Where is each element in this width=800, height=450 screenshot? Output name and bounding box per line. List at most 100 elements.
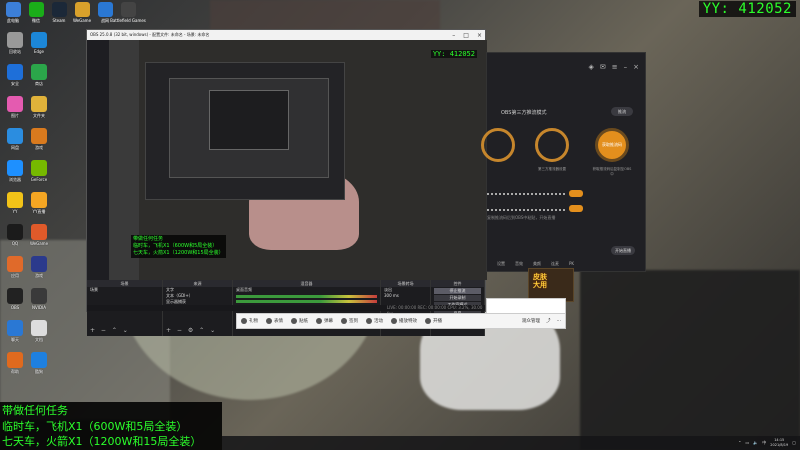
desktop-shortcut[interactable]: 帮助 — [2, 352, 28, 378]
start-live-button[interactable]: 开始直播 — [611, 246, 635, 255]
share-icon[interactable]: ⤴ — [546, 318, 551, 324]
toolbar-item[interactable]: 礼物 — [241, 318, 258, 324]
desktop-shortcut[interactable]: 安全 — [2, 64, 28, 90]
desktop-shortcut[interactable]: 文档 — [26, 320, 52, 346]
copy-url-button[interactable] — [569, 190, 583, 197]
desktop-shortcut[interactable]: GeForce — [26, 160, 52, 186]
desktop-shortcut[interactable]: 聊天 — [2, 320, 28, 346]
desktop-shortcut[interactable]: NVIDIA — [26, 288, 52, 314]
step-circle[interactable] — [481, 128, 515, 162]
preview-task-line: 临时车，飞机X1（600W和5局全装） — [133, 243, 218, 249]
toolbar-item-label: 播放特效 — [399, 319, 417, 324]
volume-icon[interactable]: 🔈 — [753, 440, 758, 445]
toolbar-item-label: 贴纸 — [299, 319, 308, 324]
yy-app-icon — [7, 192, 23, 208]
start-recording-button[interactable]: 开始录制 — [434, 295, 481, 301]
live-icon — [425, 318, 431, 324]
close-icon[interactable]: × — [477, 32, 482, 39]
desktop-shortcut[interactable]: Edge — [26, 32, 52, 58]
minimize-icon[interactable]: – — [452, 32, 455, 39]
volume-meter[interactable] — [236, 295, 377, 298]
desktop-shortcut[interactable]: WeGame — [26, 224, 52, 250]
desktop-shortcut-label: 商店 — [35, 81, 43, 86]
wegame-icon — [74, 2, 90, 17]
obs-titlebar[interactable]: OBS 25.0.8 (32 bit, windows) - 配置文件: 未命名… — [87, 30, 485, 40]
maximize-icon[interactable]: □ — [463, 32, 469, 39]
desktop-shortcut[interactable]: YY — [2, 192, 28, 218]
game-launcher-icon — [31, 256, 47, 272]
desktop-shortcut[interactable]: 游戏 — [26, 128, 52, 154]
chevron-up-icon[interactable]: ⌃ — [738, 440, 741, 445]
bottom-item[interactable]: 设置 — [497, 261, 505, 267]
desktop-shortcut[interactable]: 应用 — [2, 256, 28, 282]
game-icon — [120, 2, 136, 17]
step-label: 获取推流码 — [602, 142, 622, 147]
desktop-shortcut[interactable]: YY直播 — [26, 192, 52, 218]
mixer-channel-label: 桌面音频 — [236, 287, 252, 292]
stream-key-field[interactable] — [487, 209, 567, 211]
skin-icon[interactable]: ◈ — [588, 63, 593, 71]
notification-icon[interactable]: ▢ — [792, 440, 796, 445]
yy-live-panel: ◈ ✉ ≡ – × OBS第三方推流模式 推流 获取推流码 第三方推流器设置 获… — [481, 52, 646, 272]
obs-preview[interactable]: YY: 412052 带做任何任务 临时车，飞机X1（600W和5局全装） 七天… — [109, 40, 487, 280]
toolbar-item[interactable]: 活动 — [366, 318, 383, 324]
audience-manage-button[interactable]: 观众管理 — [522, 318, 540, 324]
message-icon[interactable]: ✉ — [600, 63, 606, 71]
desktop-shortcut[interactable]: WeGame — [71, 2, 93, 23]
close-icon[interactable]: × — [633, 63, 639, 71]
menu-icon[interactable]: ≡ — [612, 63, 618, 71]
clock[interactable]: 14:15 2021/8/19 — [770, 438, 788, 447]
desktop-shortcut[interactable]: 回收站 — [2, 32, 28, 58]
yy-panel-bottom-bar: 设置 音效 美颜 连麦 PK — [497, 261, 574, 267]
toolbar-item[interactable]: 贴纸 — [291, 318, 308, 324]
scene-add-remove-buttons[interactable]: + − ⌃ ⌄ — [90, 327, 130, 334]
live-toolbar: 礼物 表情 贴纸 弹幕 签到 活动 播放特效 开播 观众管理 ⤴ ⋯ — [236, 313, 566, 329]
desktop-shortcut[interactable]: 商店 — [26, 64, 52, 90]
bottom-item[interactable]: PK — [569, 261, 574, 267]
chat-input-popup[interactable] — [486, 298, 566, 314]
more-icon[interactable]: ⋯ — [557, 318, 562, 324]
photos-icon — [7, 96, 23, 112]
game-banner[interactable]: 皮肤 大用 — [528, 268, 574, 302]
desktop-shortcut-label: GeForce — [30, 177, 48, 182]
desktop-shortcut[interactable]: 酷狗 — [26, 352, 52, 378]
step-circle-get-key[interactable]: 获取推流码 — [595, 128, 629, 162]
stream-url-field[interactable] — [487, 193, 567, 195]
desktop-shortcut[interactable]: Battlefield Games — [110, 2, 146, 23]
bottom-item[interactable]: 音效 — [515, 261, 523, 267]
desktop-shortcut[interactable]: 浏览器 — [2, 160, 28, 186]
folder-icon — [31, 96, 47, 112]
copy-key-button[interactable] — [569, 205, 583, 212]
step-circle[interactable] — [535, 128, 569, 162]
scene-item[interactable]: 场景 — [87, 287, 162, 293]
source-add-remove-buttons[interactable]: + − ⚙ ⌃ ⌄ — [166, 327, 217, 334]
minimize-icon[interactable]: – — [624, 63, 628, 71]
desktop-shortcut[interactable]: 游戏 — [26, 256, 52, 282]
stop-streaming-button[interactable]: 停止推流 — [434, 288, 481, 294]
toolbar-item[interactable]: 开播 — [425, 318, 442, 324]
obs-window[interactable]: OBS 25.0.8 (32 bit, windows) - 配置文件: 未命名… — [86, 29, 487, 336]
bottom-item[interactable]: 美颜 — [533, 261, 541, 267]
network-icon[interactable]: ▭ — [746, 440, 750, 445]
stream-mode-button[interactable]: 推流 — [611, 107, 633, 116]
toolbar-item[interactable]: 签到 — [341, 318, 358, 324]
toolbar-item-label: 开播 — [433, 319, 442, 324]
duration-field[interactable]: 300 ms — [381, 293, 430, 299]
volume-meter[interactable] — [236, 300, 377, 303]
toolbar-item[interactable]: 表情 — [266, 318, 283, 324]
system-tray: ⌃ ▭ 🔈 中 14:15 2021/8/19 ▢ — [738, 438, 796, 447]
toolbar-item[interactable]: 播放特效 — [391, 318, 417, 324]
desktop-shortcut-label: 游戏 — [35, 145, 43, 150]
desktop-shortcut[interactable]: 文件夹 — [26, 96, 52, 122]
desktop-shortcut[interactable]: 图片 — [2, 96, 28, 122]
desktop-shortcut[interactable]: QQ — [2, 224, 28, 250]
stream-mode-label: OBS第三方推流模式 — [501, 110, 547, 116]
desktop-shortcut[interactable]: 网盘 — [2, 128, 28, 154]
desktop-shortcut[interactable]: OBS — [2, 288, 28, 314]
stream-instructions: 复制推流码后到OBS中粘贴，开始直播 — [487, 215, 556, 220]
input-language[interactable]: 中 — [762, 440, 766, 446]
toolbar-item[interactable]: 弹幕 — [316, 318, 333, 324]
desktop-shortcut-label: 聊天 — [11, 337, 19, 342]
bottom-item[interactable]: 连麦 — [551, 261, 559, 267]
obs-status-bar: LIVE: 00:00:00 REC: 00:00:00 CPU: 3.2%, … — [87, 305, 485, 316]
